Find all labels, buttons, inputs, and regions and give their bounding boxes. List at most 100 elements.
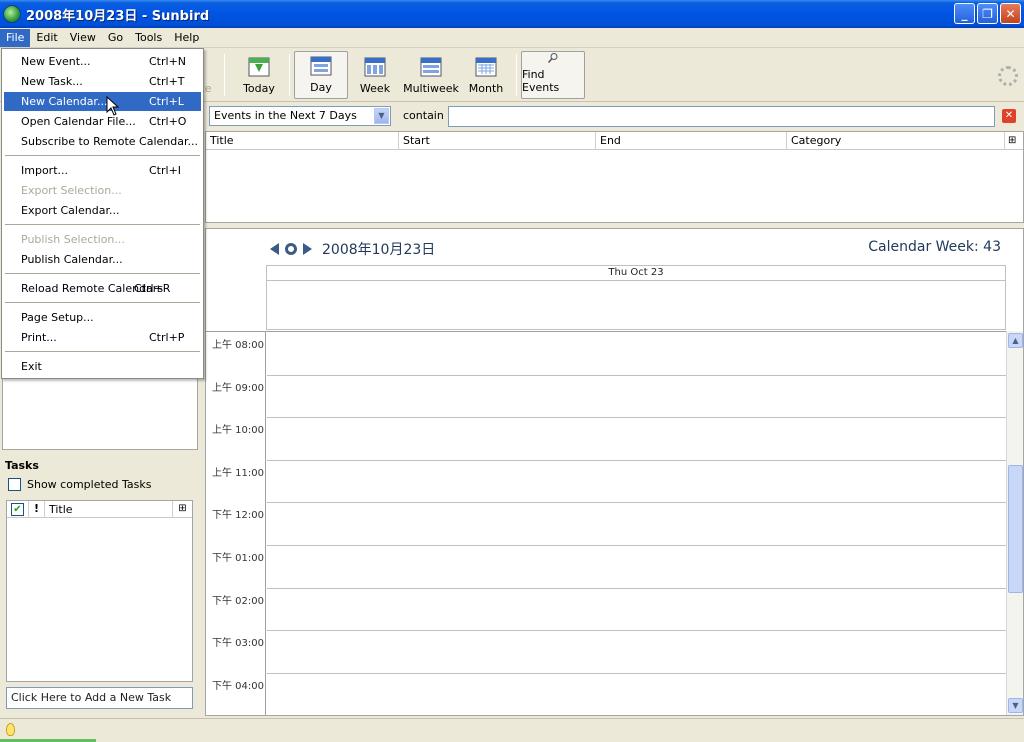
all-day-area[interactable] <box>266 280 1006 330</box>
previous-day-icon[interactable] <box>270 243 279 255</box>
menu-item-export-selection: Export Selection... <box>21 184 122 197</box>
lightbulb-icon <box>6 723 15 736</box>
multiweek-view-button[interactable]: Multiweek <box>402 51 460 99</box>
day-view-scrollbar[interactable]: ▲ ▼ <box>1006 331 1023 715</box>
event-range-value: Events in the Next 7 Days <box>214 109 357 122</box>
menu-item-new-event[interactable]: New Event... Ctrl+N <box>4 52 201 71</box>
event-col-end[interactable]: End <box>596 132 787 149</box>
menu-item-new-task[interactable]: New Task... Ctrl+T <box>4 72 201 91</box>
scroll-up-icon[interactable]: ▲ <box>1008 333 1023 348</box>
show-completed-row[interactable]: Show completed Tasks <box>8 478 152 491</box>
event-filter-bar: Events in the Next 7 Days ▼ contain ✕ <box>205 104 1024 130</box>
menu-item-new-calendar[interactable]: New Calendar... Ctrl+L <box>4 92 201 111</box>
event-col-start[interactable]: Start <box>399 132 596 149</box>
hour-label: 上午 08:00 <box>212 340 264 351</box>
tasks-heading: Tasks <box>5 459 39 472</box>
current-date: 2008年10月23日 <box>322 242 436 258</box>
event-search-input[interactable] <box>448 106 995 127</box>
menu-file[interactable]: File <box>0 28 31 47</box>
month-view-button[interactable]: Month <box>464 51 508 99</box>
hour-label: 下午 04:00 <box>212 681 264 692</box>
hour-label: 上午 10:00 <box>212 425 264 436</box>
sunbird-app-icon[interactable] <box>3 5 21 23</box>
show-completed-checkbox[interactable] <box>8 478 21 491</box>
find-events-label: Find Events <box>522 68 560 94</box>
minimize-icon: _ <box>961 6 968 21</box>
status-bar <box>0 718 1024 742</box>
menu-item-open-calendar-file[interactable]: Open Calendar File... Ctrl+O <box>4 112 201 131</box>
time-grid[interactable]: 上午 08:00 上午 09:00 上午 10:00 上午 11:00 下午 1… <box>206 331 1006 715</box>
restore-icon: ❐ <box>982 6 993 21</box>
show-completed-label: Show completed Tasks <box>27 478 152 491</box>
event-col-category[interactable]: Category <box>787 132 1005 149</box>
completed-column-header[interactable]: ✔ <box>7 501 29 517</box>
menu-bar: File Edit View Go Tools Help <box>0 28 1024 48</box>
magnifier-icon <box>547 53 558 63</box>
hour-label: 下午 12:00 <box>212 510 264 521</box>
hour-label: 下午 01:00 <box>212 553 264 564</box>
multiweek-view-icon <box>420 57 442 77</box>
hour-label: 上午 11:00 <box>212 468 264 479</box>
today-label: Today <box>243 82 275 95</box>
menu-item-subscribe-remote[interactable]: Subscribe to Remote Calendar... <box>4 132 201 151</box>
window-title: 2008年10月23日 - Sunbird <box>26 8 210 24</box>
day-view-button[interactable]: Day <box>294 51 348 99</box>
menu-view[interactable]: View <box>64 29 102 47</box>
column-picker-icon[interactable]: ⊞ <box>172 501 192 517</box>
menu-item-reload-remote[interactable]: Reload Remote Calendars Ctrl+R <box>4 279 201 298</box>
day-view: 2008年10月23日 Calendar Week: 43 Thu Oct 23… <box>205 228 1024 716</box>
event-list[interactable]: Title Start End Category ⊞ <box>205 131 1024 223</box>
hour-label: 下午 03:00 <box>212 638 264 649</box>
title-column-header[interactable]: Title <box>45 503 172 516</box>
find-events-button[interactable]: Find Events <box>521 51 585 99</box>
chevron-down-icon[interactable]: ▼ <box>374 108 389 124</box>
event-range-select[interactable]: Events in the Next 7 Days ▼ <box>209 106 391 126</box>
week-view-button[interactable]: Week <box>352 51 398 99</box>
menu-item-page-setup[interactable]: Page Setup... <box>4 308 201 327</box>
minimize-button[interactable]: _ <box>954 3 975 24</box>
hour-label: 下午 02:00 <box>212 596 264 607</box>
month-label: Month <box>468 82 504 95</box>
menu-item-print[interactable]: Print... Ctrl+P <box>4 328 201 347</box>
contain-label: contain <box>403 109 444 122</box>
event-col-title[interactable]: Title <box>206 132 399 149</box>
day-view-icon <box>310 56 332 76</box>
file-menu-dropdown: New Event... Ctrl+N New Task... Ctrl+T N… <box>1 48 204 379</box>
check-icon: ✔ <box>11 502 24 516</box>
priority-column-header[interactable]: ! <box>29 501 45 517</box>
month-view-icon <box>475 57 497 77</box>
task-list-header: ✔ ! Title ⊞ <box>7 501 192 518</box>
activity-throbber-icon <box>998 66 1018 86</box>
date-navigation: 2008年10月23日 <box>270 239 435 259</box>
menu-help[interactable]: Help <box>168 29 205 47</box>
task-list[interactable]: ✔ ! Title ⊞ <box>6 500 193 682</box>
title-bar: 2008年10月23日 - Sunbird _ ❐ ✕ <box>0 0 1024 28</box>
restore-button[interactable]: ❐ <box>977 3 998 24</box>
calendar-week-label: Calendar Week: 43 <box>868 239 1001 255</box>
close-button[interactable]: ✕ <box>1000 3 1021 24</box>
column-picker-icon[interactable]: ⊞ <box>1005 132 1023 149</box>
event-list-header: Title Start End Category ⊞ <box>206 132 1023 150</box>
scroll-thumb[interactable] <box>1008 465 1023 593</box>
next-day-icon[interactable] <box>303 243 312 255</box>
hour-label: 上午 09:00 <box>212 383 264 394</box>
menu-go[interactable]: Go <box>102 29 129 47</box>
today-button[interactable]: Today <box>236 51 282 99</box>
menu-item-publish-calendar[interactable]: Publish Calendar... <box>4 250 201 269</box>
scroll-down-icon[interactable]: ▼ <box>1008 698 1023 713</box>
close-icon: ✕ <box>1005 6 1016 21</box>
menu-edit[interactable]: Edit <box>30 29 63 47</box>
week-view-icon <box>364 57 386 77</box>
today-icon <box>248 57 270 77</box>
menu-item-export-calendar[interactable]: Export Calendar... <box>4 201 201 220</box>
day-label: Day <box>310 81 332 94</box>
go-today-icon[interactable] <box>285 243 297 255</box>
menu-item-import[interactable]: Import... Ctrl+I <box>4 161 201 180</box>
menu-item-exit[interactable]: Exit <box>4 357 201 376</box>
menu-item-publish-selection: Publish Selection... <box>21 233 125 246</box>
multiweek-label: Multiweek <box>403 82 459 95</box>
add-task-input[interactable]: Click Here to Add a New Task <box>6 687 193 709</box>
day-column-header: Thu Oct 23 <box>266 265 1006 281</box>
menu-tools[interactable]: Tools <box>129 29 168 47</box>
clear-search-icon[interactable]: ✕ <box>1002 109 1016 123</box>
